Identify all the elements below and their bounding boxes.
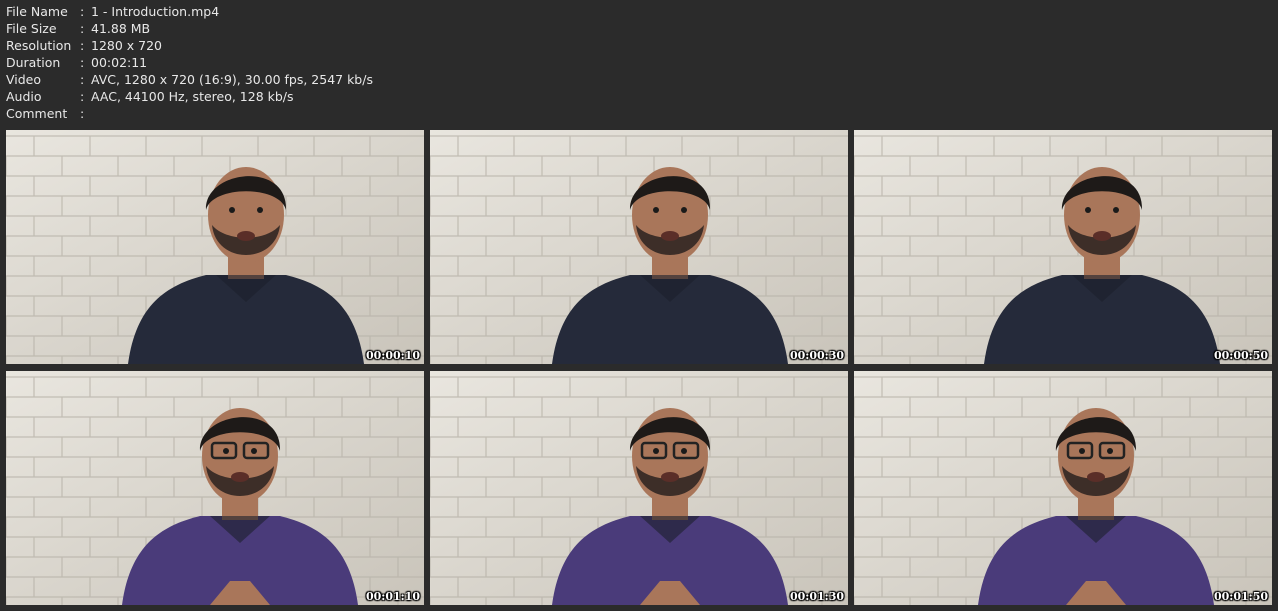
eye [653, 207, 659, 213]
info-key: Video [6, 72, 42, 87]
video-frame [854, 130, 1272, 364]
eye [681, 448, 687, 454]
file-info-panel: File Name:1 - Introduction.mp4 File Size… [6, 3, 373, 122]
video-frame [430, 371, 848, 605]
eye [257, 207, 263, 213]
info-key: File Size [6, 21, 57, 36]
info-row-duration: Duration:00:02:11 [6, 54, 373, 71]
thumbnail-grid: 00:00:10 00:00:30 00:00:50 00:01:10 00:0… [6, 130, 1272, 605]
video-thumbnail[interactable]: 00:00:50 [854, 130, 1272, 364]
video-thumbnail[interactable]: 00:01:30 [430, 371, 848, 605]
info-row-file-size: File Size:41.88 MB [6, 20, 373, 37]
video-thumbnail[interactable]: 00:00:10 [6, 130, 424, 364]
info-row-comment: Comment: [6, 105, 373, 122]
eye [251, 448, 257, 454]
info-row-resolution: Resolution:1280 x 720 [6, 37, 373, 54]
info-key: File Name [6, 4, 68, 19]
info-separator: : [80, 38, 85, 53]
eye [1085, 207, 1091, 213]
mouth [237, 231, 255, 241]
info-separator: : [80, 106, 85, 121]
info-row-video: Video: AVC, 1280 x 720 (16:9), 30.00 fps,… [6, 71, 373, 88]
info-key: Comment [6, 106, 68, 121]
mouth [1087, 472, 1105, 482]
info-row-audio: Audio: AAC, 44100 Hz, stereo, 128 kb/s [6, 88, 373, 105]
eye [681, 207, 687, 213]
info-separator: : [80, 21, 85, 36]
info-value: 41.88 MB [91, 21, 151, 36]
eye [653, 448, 659, 454]
info-value: AAC, 44100 Hz, stereo, 128 kb/s [91, 89, 294, 104]
thumbnail-timestamp: 00:00:50 [1213, 349, 1268, 362]
info-separator: : [80, 55, 85, 70]
thumbnail-timestamp: 00:01:30 [789, 590, 844, 603]
mouth [661, 472, 679, 482]
info-value: AVC, 1280 x 720 (16:9), 30.00 fps, 2547 … [91, 72, 373, 87]
info-key: Duration [6, 55, 61, 70]
info-row-file-name: File Name:1 - Introduction.mp4 [6, 3, 373, 20]
video-frame [430, 130, 848, 364]
eye [229, 207, 235, 213]
thumbnail-timestamp: 00:01:50 [1213, 590, 1268, 603]
info-separator: : [80, 89, 85, 104]
mouth [1093, 231, 1111, 241]
eye [1079, 448, 1085, 454]
mouth [661, 231, 679, 241]
mouth [231, 472, 249, 482]
info-value: 1 - Introduction.mp4 [91, 4, 220, 19]
thumbnail-timestamp: 00:00:10 [365, 349, 420, 362]
info-separator: : [80, 4, 85, 19]
video-frame [6, 371, 424, 605]
info-value: 00:02:11 [91, 55, 148, 70]
video-thumbnail[interactable]: 00:01:10 [6, 371, 424, 605]
eye [1113, 207, 1119, 213]
video-frame [854, 371, 1272, 605]
info-key: Resolution [6, 38, 72, 53]
info-separator: : [80, 72, 85, 87]
video-thumbnail[interactable]: 00:01:50 [854, 371, 1272, 605]
eye [223, 448, 229, 454]
video-thumbnail[interactable]: 00:00:30 [430, 130, 848, 364]
thumbnail-timestamp: 00:01:10 [365, 590, 420, 603]
eye [1107, 448, 1113, 454]
video-frame [6, 130, 424, 364]
thumbnail-timestamp: 00:00:30 [789, 349, 844, 362]
info-value: 1280 x 720 [91, 38, 163, 53]
info-key: Audio [6, 89, 42, 104]
